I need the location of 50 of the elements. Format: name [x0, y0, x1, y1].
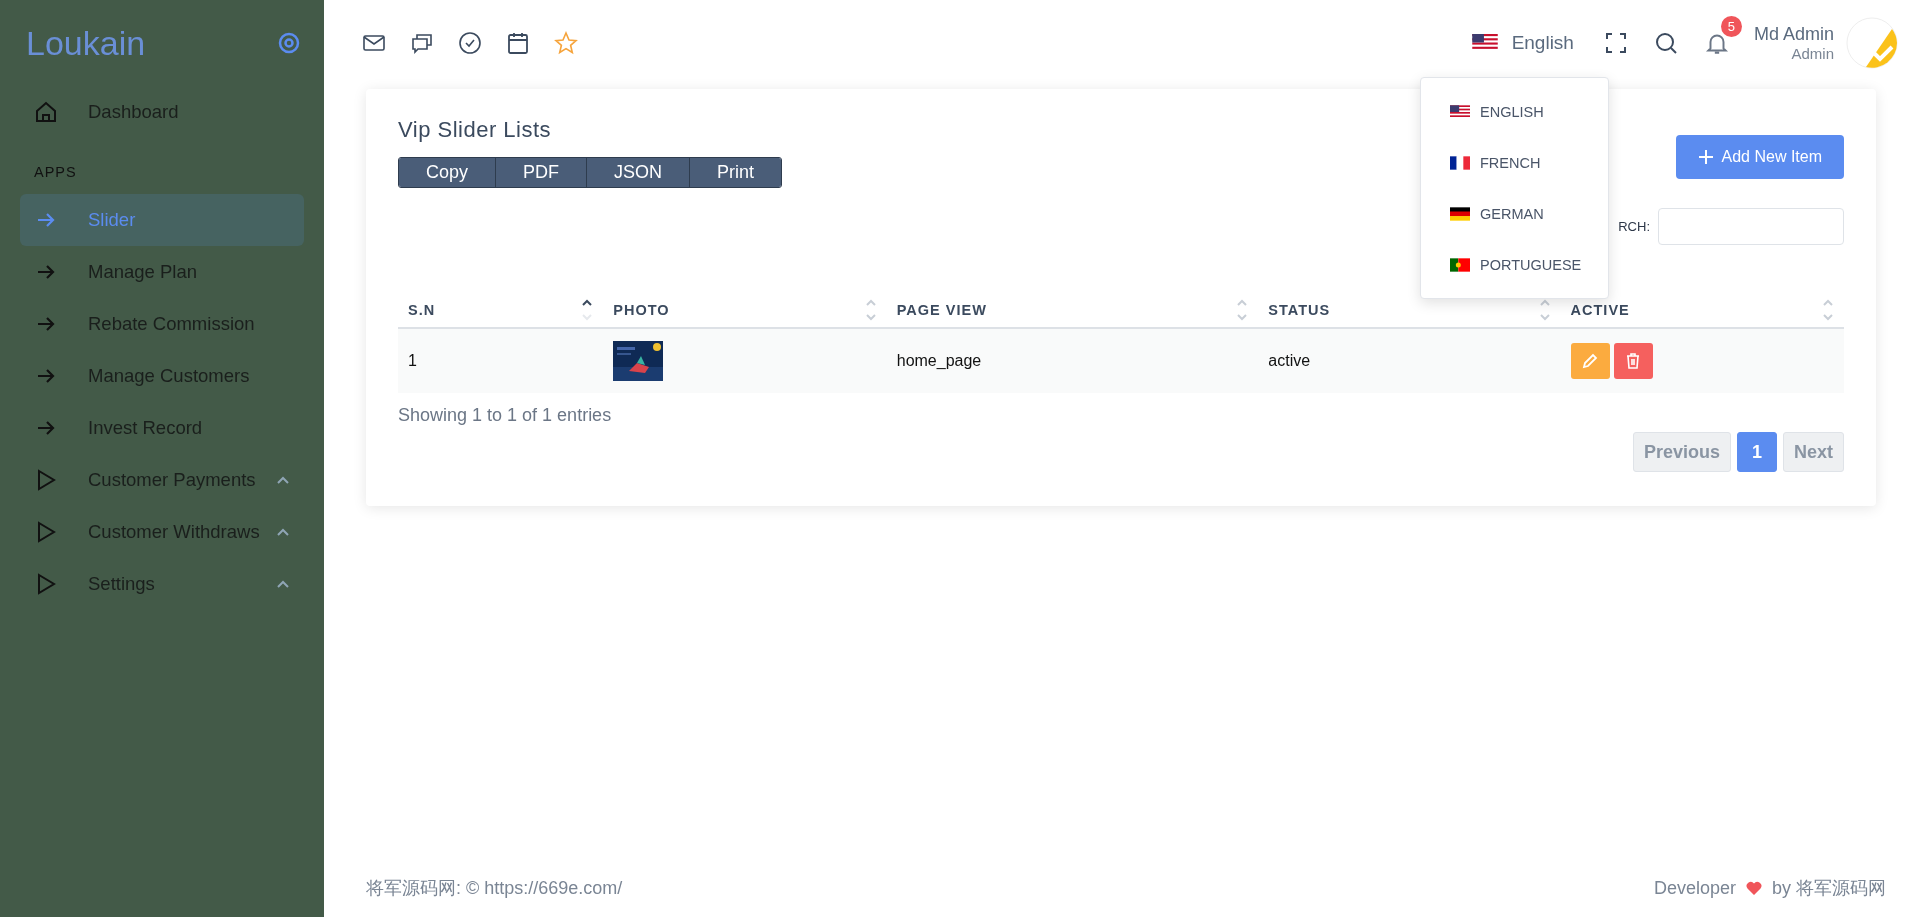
flag-icon: [1450, 257, 1470, 272]
language-option[interactable]: GERMAN: [1421, 188, 1608, 239]
language-selector[interactable]: English: [1471, 31, 1574, 54]
target-icon[interactable]: [278, 32, 300, 54]
section-heading: APPS: [33, 163, 78, 182]
developer-label: Developer: [1653, 877, 1736, 899]
search-icon[interactable]: [1653, 30, 1678, 55]
star-icon[interactable]: [554, 30, 578, 55]
developer-credit: by 将军源码网: [1772, 877, 1886, 900]
table-cell: active: [1268, 352, 1311, 369]
user-role: Admin: [1791, 44, 1834, 62]
flag-icon: [1450, 104, 1470, 119]
avatar-icon[interactable]: [1846, 16, 1898, 69]
entries-info: Showing 1 to 1 of 1 entries: [398, 405, 613, 426]
column-header[interactable]: S.N: [408, 302, 436, 318]
edit-button[interactable]: [1570, 343, 1610, 379]
search-label: RCH:: [1618, 219, 1650, 234]
notification-badge: 5: [1720, 15, 1742, 37]
column-header[interactable]: ACTIVE: [1570, 302, 1630, 318]
card-title: Vip Slider Lists: [398, 117, 553, 143]
plus-icon: [1697, 149, 1714, 165]
pagination-button[interactable]: 1: [1737, 432, 1777, 472]
copyright-text: 将军源码网: © https://669e.com/: [366, 877, 623, 900]
table-cell: home_page: [896, 352, 982, 369]
flag-icon: [1471, 34, 1498, 51]
caret-icon: [276, 527, 290, 537]
calendar-icon[interactable]: [506, 30, 530, 55]
search-field[interactable]: [1658, 208, 1844, 245]
user-name: Md Admin: [1753, 23, 1834, 45]
column-header[interactable]: PHOTO: [613, 302, 670, 318]
fullscreen-icon[interactable]: [1603, 30, 1628, 55]
export-button[interactable]: PDF: [496, 158, 588, 187]
flag-icon: [1450, 155, 1470, 170]
export-button[interactable]: Print: [690, 158, 782, 187]
export-button[interactable]: JSON: [587, 158, 691, 187]
delete-button[interactable]: [1613, 343, 1653, 379]
flag-icon: [1450, 206, 1470, 221]
language-option[interactable]: PORTUGUESE: [1421, 239, 1608, 290]
caret-icon: [276, 475, 290, 485]
column-header[interactable]: STATUS: [1268, 302, 1331, 318]
check-circle-icon[interactable]: [458, 30, 482, 55]
table-cell: 1: [408, 352, 417, 369]
column-header[interactable]: PAGE VIEW: [896, 302, 987, 318]
add-item-button[interactable]: Add New Item: [1675, 135, 1844, 179]
home-icon: [34, 100, 58, 124]
language-option[interactable]: ENGLISH: [1421, 86, 1608, 137]
caret-icon: [276, 579, 290, 589]
export-button[interactable]: Copy: [399, 158, 497, 187]
language-option[interactable]: FRENCH: [1421, 137, 1608, 188]
heart-icon: [1746, 880, 1762, 896]
